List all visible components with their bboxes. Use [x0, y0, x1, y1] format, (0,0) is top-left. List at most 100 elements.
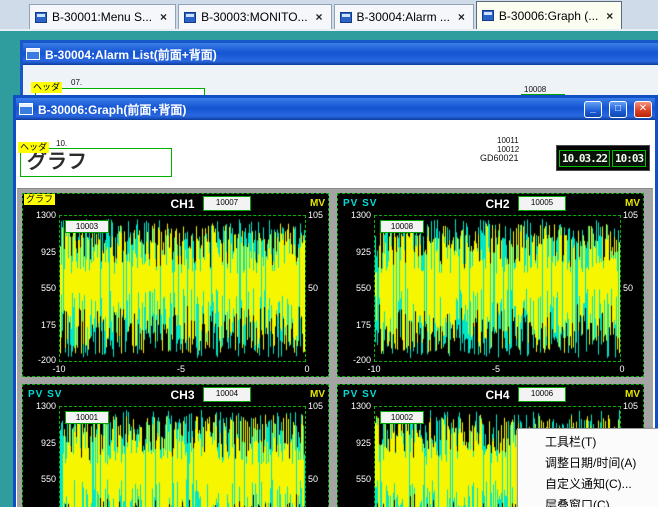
- menu-item-cascade-windows[interactable]: 层叠窗口(C): [518, 494, 658, 507]
- screen-icon: [184, 12, 196, 23]
- channel-title: CH2: [374, 197, 621, 211]
- trend-noise-canvas: [375, 216, 620, 361]
- pv-sv-label: PV SV: [343, 198, 377, 209]
- plot-object-id-badge: 10003: [65, 220, 109, 233]
- tab-b30003[interactable]: B-30003:MONITO... ×: [178, 4, 331, 29]
- trend-plot: [59, 215, 306, 362]
- menu-item-label: 自定义通知(C)...: [545, 475, 632, 492]
- y2-axis-label: 105: [623, 210, 645, 220]
- pv-sv-label: PV SV: [343, 389, 377, 400]
- menu-item-label: 层叠窗口(C): [545, 496, 610, 507]
- y2-axis-label: 105: [308, 210, 330, 220]
- object-id-badge: 10007: [203, 196, 251, 211]
- alarm-window-title: B-30004:Alarm List(前面+背面): [45, 46, 658, 63]
- object-id-badge: 10005: [518, 196, 566, 211]
- channel-title: CH4: [374, 388, 621, 402]
- tab-close-icon[interactable]: ×: [313, 10, 326, 24]
- tab-close-icon[interactable]: ×: [603, 9, 616, 23]
- mv-label: MV: [310, 198, 325, 209]
- x-axis-label: 0: [612, 364, 632, 374]
- mv-label: MV: [310, 389, 325, 400]
- graph-window-titlebar[interactable]: B-30006:Graph(前面+背面) _ □ ✕: [16, 98, 655, 120]
- object-id-badge: 10006: [518, 387, 566, 402]
- x-axis-label: -5: [486, 364, 506, 374]
- plot-object-id-badge: 10002: [380, 411, 424, 424]
- mv-label: MV: [625, 198, 640, 209]
- object-id-label: 07.: [71, 78, 82, 87]
- channel-title: CH3: [59, 388, 306, 402]
- y-axis-label: 925: [339, 247, 371, 257]
- chart-tile-ch3[interactable]: PV SV CH3 10004 MV 1300 925 550 175 -200…: [22, 384, 329, 507]
- y-axis-label: 925: [339, 438, 371, 448]
- tab-close-icon[interactable]: ×: [455, 10, 468, 24]
- pv-sv-label: PV SV: [28, 389, 62, 400]
- plot-object-id-badge: 10008: [380, 220, 424, 233]
- minimize-button[interactable]: _: [584, 101, 602, 118]
- object-id-label: 10.: [56, 139, 67, 148]
- menu-item-label: 工具栏(T): [545, 433, 596, 450]
- window-icon: [26, 48, 40, 60]
- date-display: 10.03.22: [559, 150, 610, 167]
- designer-workspace: B-30001:Menu S... × B-30003:MONITO... × …: [0, 0, 658, 507]
- window-icon: [19, 103, 33, 115]
- menu-item-adjust-datetime[interactable]: 调整日期/时间(A): [518, 452, 658, 473]
- y2-axis-label: 50: [308, 474, 330, 484]
- screen-icon: [340, 12, 352, 23]
- header-tag-label: ヘッダ: [31, 82, 62, 93]
- tab-b30001[interactable]: B-30001:Menu S... ×: [29, 4, 176, 29]
- document-tab-bar: B-30001:Menu S... × B-30003:MONITO... × …: [0, 0, 658, 31]
- header-tag-label: ヘッダ: [18, 142, 49, 153]
- tab-label: B-30006:Graph (...: [499, 9, 598, 23]
- screen-title-text: グラフ: [21, 149, 171, 176]
- chart-tile-ch1[interactable]: グラフ CH1 10007 MV 1300 925 550 175 -200 1…: [22, 193, 329, 377]
- menu-item-custom-notice[interactable]: 自定义通知(C)...: [518, 473, 658, 494]
- tab-close-icon[interactable]: ×: [157, 10, 170, 24]
- close-button[interactable]: ✕: [634, 101, 652, 118]
- y2-axis-label: 50: [623, 283, 645, 293]
- tab-b30006[interactable]: B-30006:Graph (... ×: [476, 1, 622, 29]
- y-axis-label: 1300: [24, 401, 56, 411]
- y-axis-label: 550: [339, 283, 371, 293]
- maximize-button[interactable]: □: [609, 101, 627, 118]
- x-axis-label: -10: [364, 364, 384, 374]
- alarm-window-titlebar[interactable]: B-30004:Alarm List(前面+背面): [23, 43, 658, 65]
- y-axis-label: 1300: [339, 401, 371, 411]
- object-id-label: 10008: [524, 85, 546, 94]
- tab-label: B-30003:MONITO...: [201, 10, 307, 24]
- y-axis-label: 550: [339, 474, 371, 484]
- menu-item-toolbar[interactable]: 工具栏(T) ▶: [518, 431, 658, 452]
- y-axis-label: 1300: [339, 210, 371, 220]
- y2-axis-label: 50: [308, 283, 330, 293]
- mv-label: MV: [625, 389, 640, 400]
- graph-window-title: B-30006:Graph(前面+背面): [38, 101, 577, 118]
- register-label: GD60021: [480, 153, 519, 163]
- context-menu: 工具栏(T) ▶ 调整日期/时间(A) 自定义通知(C)... 层叠窗口(C): [517, 428, 658, 507]
- y-axis-label: 550: [24, 283, 56, 293]
- object-id-badge: 10004: [203, 387, 251, 402]
- y-axis-label: 925: [24, 247, 56, 257]
- chart-tile-ch2[interactable]: PV SV CH2 10005 MV 1300 925 550 175 -200…: [337, 193, 644, 377]
- tab-label: B-30004:Alarm ...: [357, 10, 450, 24]
- tab-b30004[interactable]: B-30004:Alarm ... ×: [334, 4, 474, 29]
- x-axis-label: -5: [171, 364, 191, 374]
- object-id-label: 10011: [497, 136, 519, 145]
- x-axis-label: -10: [49, 364, 69, 374]
- tab-label: B-30001:Menu S...: [52, 10, 152, 24]
- y-axis-label: 175: [24, 320, 56, 330]
- channel-title: CH1: [59, 197, 306, 211]
- y-axis-label: 1300: [24, 210, 56, 220]
- y2-axis-label: 105: [623, 401, 645, 411]
- screen-icon: [482, 10, 494, 21]
- y-axis-label: 925: [24, 438, 56, 448]
- x-axis-label: 0: [297, 364, 317, 374]
- clock-display-object[interactable]: 10.03.22 10:03: [556, 145, 650, 171]
- trend-noise-canvas: [60, 216, 305, 361]
- trend-plot: [374, 215, 621, 362]
- menu-item-label: 调整日期/时间(A): [545, 454, 636, 471]
- screen-icon: [35, 12, 47, 23]
- graph-tag-label: グラフ: [24, 194, 55, 205]
- y-axis-label: 550: [24, 474, 56, 484]
- y-axis-label: 175: [339, 320, 371, 330]
- plot-object-id-badge: 10001: [65, 411, 109, 424]
- y2-axis-label: 105: [308, 401, 330, 411]
